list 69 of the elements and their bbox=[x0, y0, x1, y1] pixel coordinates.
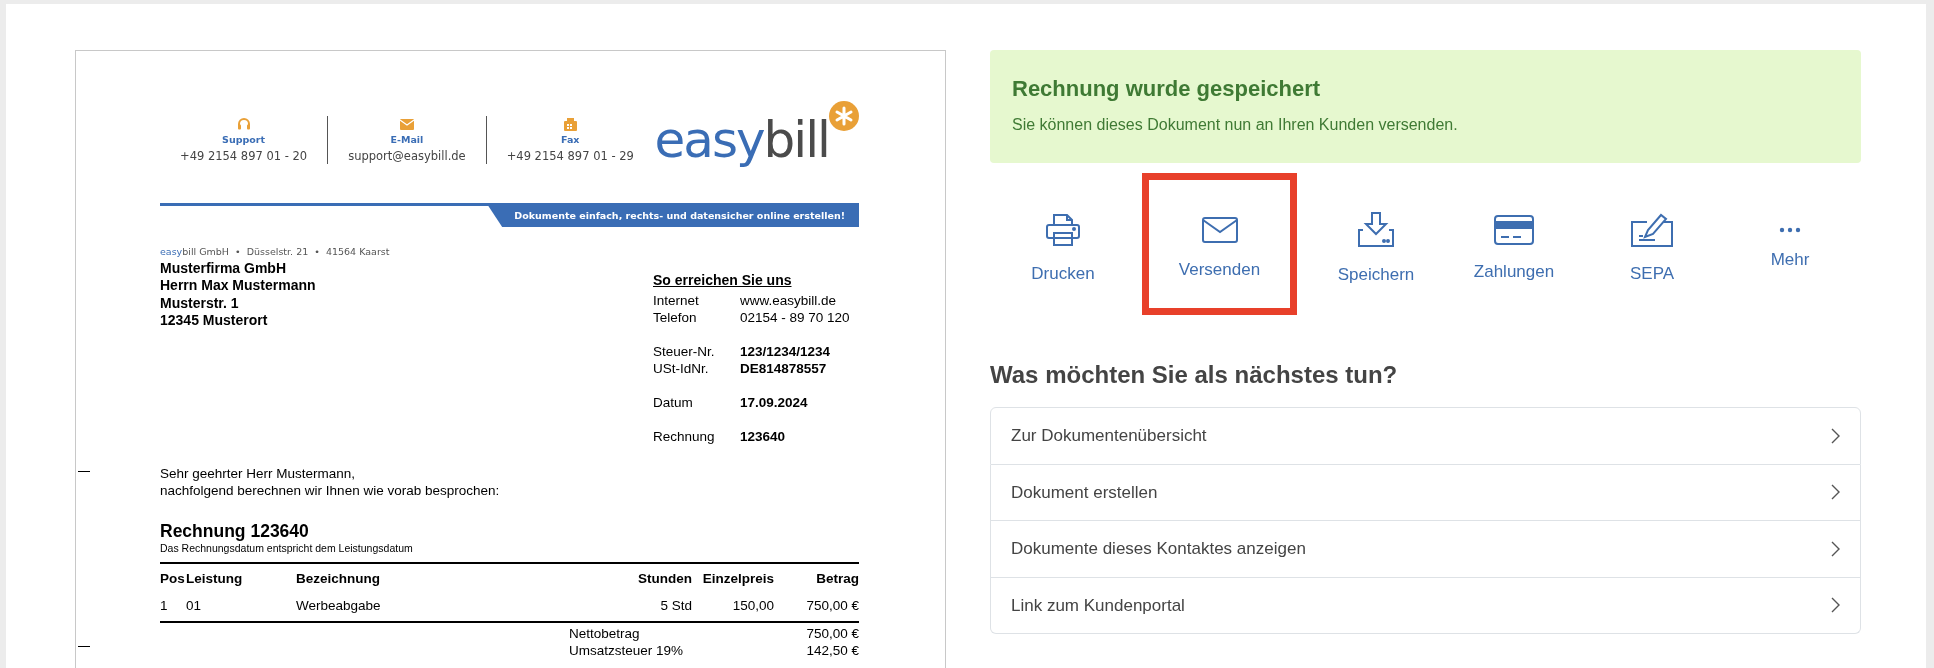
info-value: 123640 bbox=[740, 427, 786, 445]
column-header: Betrag bbox=[774, 563, 859, 593]
more-icon bbox=[1779, 227, 1801, 234]
action-button[interactable]: SEPA bbox=[1593, 173, 1711, 315]
action-button[interactable]: Zahlungen bbox=[1455, 173, 1573, 315]
chevron-right-icon bbox=[1831, 597, 1840, 614]
slogan-banner: Dokumente einfach, rechts- und datensicher online erstellen! bbox=[488, 206, 859, 228]
action-button[interactable]: Drucken bbox=[1004, 173, 1122, 315]
recipient-address: Musterfirma GmbH Herrn Max Mustermann Musterstr. 1 12345 Musterort bbox=[160, 259, 316, 330]
logo-badge-icon bbox=[829, 101, 859, 131]
signed-document-icon bbox=[1631, 213, 1673, 248]
total-label: Umsatzsteuer 19% bbox=[569, 641, 685, 659]
table-cell: 01 bbox=[186, 592, 296, 622]
info-label: Telefon bbox=[653, 308, 698, 326]
info-label: Rechnung bbox=[653, 427, 716, 445]
contact-heading: So erreichen Sie uns bbox=[653, 271, 793, 289]
credit-card-icon bbox=[1494, 215, 1534, 246]
list-item[interactable]: Zur Dokumentenübersicht bbox=[990, 407, 1861, 465]
list-item[interactable]: Dokument erstellen bbox=[990, 464, 1861, 521]
action-button[interactable]: Speichern bbox=[1317, 173, 1435, 315]
table-cell: Werbeabgabe bbox=[296, 592, 612, 622]
info-value: 123/1234/1234 bbox=[740, 342, 831, 360]
info-label: Steuer-Nr. bbox=[653, 342, 716, 360]
list-item[interactable]: Link zum Kundenportal bbox=[990, 577, 1861, 634]
chevron-right-icon bbox=[1831, 484, 1840, 501]
column-header: Bezeichnung bbox=[296, 563, 612, 593]
contact-value: support@easybill.de bbox=[348, 148, 466, 164]
total-label: Nettobetrag bbox=[569, 624, 641, 642]
invoice-title: Rechnung 123640 bbox=[160, 520, 310, 541]
column-header: Stunden bbox=[612, 563, 692, 593]
chevron-right-icon bbox=[1831, 427, 1840, 444]
contact-label: E-Mail bbox=[389, 133, 425, 147]
info-label: Datum bbox=[653, 393, 694, 411]
contact-value: +49 2154 897 01 - 29 bbox=[506, 148, 634, 164]
info-value: 02154 - 89 70 120 bbox=[740, 308, 850, 326]
fax-icon bbox=[563, 118, 577, 131]
alert-title: Rechnung wurde gespeichert bbox=[1012, 75, 1322, 103]
info-value: DE814878557 bbox=[740, 359, 827, 377]
column-header: Pos bbox=[160, 563, 186, 593]
sender-address: easybill GmbH • Düsselstr. 21 • 41564 Kaarst bbox=[160, 245, 391, 260]
contact-label: Fax bbox=[560, 133, 581, 147]
greeting-text: Sehr geehrter Herr Mustermann, nachfolgend berechnen wir Ihnen wie vorab besprochen: bbox=[160, 464, 501, 499]
table-cell: 1 bbox=[160, 592, 186, 622]
table-cell: 750,00 € bbox=[774, 592, 859, 622]
list-item[interactable]: Dokumente dieses Kontaktes anzeigen bbox=[990, 521, 1861, 578]
envelope-icon bbox=[399, 119, 414, 130]
logo-text: easybill bbox=[654, 115, 829, 165]
table-cell: 5 Std bbox=[612, 592, 692, 622]
download-icon bbox=[1357, 212, 1395, 249]
column-header: Leistung bbox=[186, 563, 296, 593]
invoice-subtitle: Das Rechnungsdatum entspricht dem Leistungsdatum bbox=[160, 541, 414, 556]
section-heading: Was möchten Sie als nächstes tun? bbox=[990, 360, 1399, 390]
envelope-icon bbox=[1201, 217, 1238, 244]
contact-label: Support bbox=[221, 133, 267, 147]
alert-text: Sie können dieses Dokument nun an Ihren Kunden versenden. bbox=[1012, 115, 1459, 135]
table-cell: 150,00 bbox=[692, 592, 774, 622]
contact-value: +49 2154 897 01 - 20 bbox=[180, 148, 308, 164]
headset-icon bbox=[236, 118, 251, 131]
info-label: USt-IdNr. bbox=[653, 359, 710, 377]
action-button[interactable]: Mehr bbox=[1731, 173, 1849, 315]
info-value: 17.09.2024 bbox=[740, 393, 808, 411]
total-value: 142,50 € bbox=[805, 641, 859, 659]
total-value: 750,00 € bbox=[805, 624, 859, 642]
printer-icon bbox=[1045, 213, 1081, 248]
action-button[interactable]: Versenden bbox=[1142, 173, 1297, 315]
column-header: Einzelpreis bbox=[692, 563, 774, 593]
info-label: Internet bbox=[653, 291, 700, 309]
chevron-right-icon bbox=[1831, 540, 1840, 557]
info-value: www.easybill.de bbox=[740, 291, 837, 309]
